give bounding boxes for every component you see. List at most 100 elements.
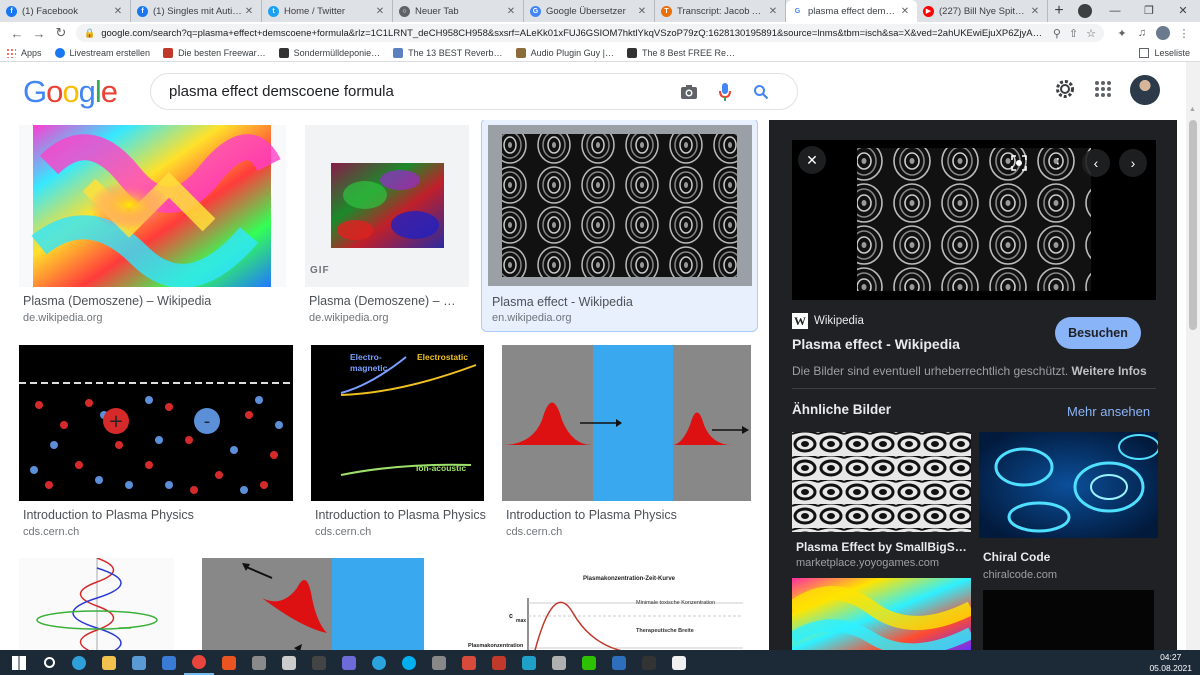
result-thumbnail[interactable] xyxy=(19,558,174,650)
taskbar-item[interactable] xyxy=(364,650,394,675)
taskbar-item[interactable] xyxy=(574,650,604,675)
search-icon[interactable] xyxy=(743,84,779,100)
result-caption[interactable]: Introduction to Plasma Physics xyxy=(315,508,490,522)
result-caption[interactable]: Plasma effect - Wikipedia xyxy=(492,295,752,309)
lens-icon[interactable] xyxy=(1005,149,1033,177)
similar-caption[interactable]: Plasma Effect by SmallBigSqua… xyxy=(796,540,972,554)
previous-icon[interactable]: ‹ xyxy=(1082,149,1110,177)
browser-tab[interactable]: T Transcript: Jacob Appelba…✕ xyxy=(655,0,786,22)
reading-list[interactable]: Leseliste xyxy=(1139,44,1190,62)
media-icon[interactable]: ♫ xyxy=(1132,27,1152,39)
google-logo[interactable]: Google xyxy=(23,74,118,110)
taskbar-item[interactable] xyxy=(394,650,424,675)
scrollbar-thumb[interactable] xyxy=(1189,120,1197,330)
result-thumbnail[interactable] xyxy=(19,125,286,287)
taskbar-item[interactable] xyxy=(214,650,244,675)
preview-site[interactable]: W Wikipedia xyxy=(792,313,864,329)
tab-close-icon[interactable]: ✕ xyxy=(899,6,911,17)
similar-thumbnail[interactable] xyxy=(983,590,1154,650)
tab-search-icon[interactable] xyxy=(1078,4,1092,18)
tab-close-icon[interactable]: ✕ xyxy=(112,6,124,17)
tab-close-icon[interactable]: ✕ xyxy=(1029,6,1041,17)
back-icon[interactable]: ← xyxy=(6,26,28,41)
browser-tab[interactable]: f (1) Singles mit Autismus u…✕ xyxy=(131,0,262,22)
similar-image-card[interactable] xyxy=(792,578,971,650)
preview-title[interactable]: Plasma effect - Wikipedia xyxy=(792,336,960,352)
bookmark-item[interactable]: Livestream erstellen xyxy=(54,47,150,58)
browser-tab[interactable]: ▶ (227) Bill Nye Spits Fire (EX…✕ xyxy=(917,0,1048,22)
taskbar-item[interactable] xyxy=(64,650,94,675)
result-thumbnail[interactable]: + - xyxy=(19,345,293,501)
bookmark-item[interactable]: The 13 BEST Reverb… xyxy=(393,47,503,58)
result-caption[interactable]: Introduction to Plasma Physics xyxy=(506,508,751,522)
bookmark-item[interactable]: The 8 Best FREE Re… xyxy=(626,47,735,58)
share-icon[interactable]: ⇧ xyxy=(1069,27,1078,40)
forward-icon[interactable]: → xyxy=(28,26,50,41)
reload-icon[interactable]: ↻ xyxy=(50,25,72,41)
apps-grid-icon[interactable] xyxy=(1094,80,1112,101)
similar-image-card[interactable]: Chiral Code chiralcode.com xyxy=(979,432,1159,581)
bookmark-item[interactable]: Sondermülldeponie… xyxy=(278,47,380,58)
see-more-link[interactable]: Mehr ansehen xyxy=(1067,404,1150,419)
visit-button[interactable]: Besuchen xyxy=(1055,317,1141,349)
result-thumbnail[interactable] xyxy=(502,345,751,501)
more-options-icon[interactable]: ⋮ xyxy=(1044,149,1072,177)
similar-image-card[interactable] xyxy=(983,590,1154,650)
tab-close-icon[interactable]: ✕ xyxy=(636,6,648,17)
taskbar-item[interactable] xyxy=(454,650,484,675)
similar-caption[interactable]: Chiral Code xyxy=(983,550,1159,564)
result-thumbnail[interactable]: Electro- magnetic Electrostatic Ion-acou… xyxy=(311,345,484,501)
result-card[interactable]: GIF Plasma (Demoszene) – Wiki… de.wikipe… xyxy=(305,125,469,330)
result-thumbnail[interactable] xyxy=(488,125,752,286)
microphone-icon[interactable] xyxy=(707,82,743,102)
camera-search-icon[interactable] xyxy=(671,84,707,100)
result-thumbnail[interactable] xyxy=(202,558,424,650)
result-card[interactable]: Plasma (Demoszene) – Wikipedia de.wikipe… xyxy=(19,125,286,330)
result-source[interactable]: cds.cern.ch xyxy=(23,526,79,538)
taskbar-item[interactable] xyxy=(544,650,574,675)
taskbar-item[interactable] xyxy=(94,650,124,675)
result-thumbnail[interactable]: Plasmakonzentration-Zeit-Kurve Minimale … xyxy=(453,558,751,650)
result-card[interactable] xyxy=(19,558,174,650)
taskbar-item[interactable] xyxy=(664,650,694,675)
close-icon[interactable]: ✕ xyxy=(798,146,826,174)
settings-gear-icon[interactable] xyxy=(1054,78,1076,103)
profile-avatar[interactable] xyxy=(1156,26,1170,40)
result-thumbnail[interactable]: GIF xyxy=(305,125,469,287)
result-caption[interactable]: Introduction to Plasma Physics xyxy=(23,508,293,522)
result-source[interactable]: de.wikipedia.org xyxy=(309,312,389,324)
result-caption[interactable]: Plasma (Demoszene) – Wiki… xyxy=(309,294,467,308)
taskbar-item[interactable] xyxy=(484,650,514,675)
similar-source[interactable]: marketplace.yoyogames.com xyxy=(796,557,939,569)
bookmark-item[interactable]: Apps xyxy=(6,47,42,58)
result-source[interactable]: cds.cern.ch xyxy=(506,526,562,538)
address-bar[interactable]: 🔒 google.com/search?q=plasma+effect+dems… xyxy=(76,24,1104,42)
taskbar-item[interactable] xyxy=(424,650,454,675)
result-card-selected[interactable]: Plasma effect - Wikipedia en.wikipedia.o… xyxy=(481,120,758,332)
close-window-icon[interactable]: ✕ xyxy=(1166,0,1200,22)
bookmark-item[interactable]: Die besten Freewar… xyxy=(163,47,266,58)
result-source[interactable]: en.wikipedia.org xyxy=(492,312,572,324)
more-info-link[interactable]: Weitere Infos xyxy=(1072,364,1147,378)
taskbar-item[interactable] xyxy=(604,650,634,675)
result-caption[interactable]: Plasma (Demoszene) – Wikipedia xyxy=(23,294,283,308)
result-card[interactable]: Introduction to Plasma Physics cds.cern.… xyxy=(502,345,751,545)
taskbar-item[interactable] xyxy=(4,650,34,675)
bookmark-star-icon[interactable]: ☆ xyxy=(1086,27,1096,40)
tab-close-icon[interactable]: ✕ xyxy=(767,6,779,17)
tab-close-icon[interactable]: ✕ xyxy=(505,6,517,17)
similar-image-card[interactable]: Plasma Effect by SmallBigSqua… marketpla… xyxy=(792,432,972,572)
taskbar-item[interactable] xyxy=(154,650,184,675)
result-card[interactable]: Plasmakonzentration-Zeit-Kurve Minimale … xyxy=(453,558,751,650)
taskbar-clock[interactable]: 04:27 05.08.2021 xyxy=(1149,652,1192,674)
taskbar-item[interactable] xyxy=(334,650,364,675)
similar-source[interactable]: chiralcode.com xyxy=(983,569,1057,581)
taskbar-item[interactable] xyxy=(244,650,274,675)
similar-thumbnail[interactable] xyxy=(792,432,971,532)
taskbar-item[interactable] xyxy=(274,650,304,675)
browser-tab[interactable]: f (1) Facebook ✕ xyxy=(0,0,131,22)
taskbar-item[interactable] xyxy=(304,650,334,675)
taskbar-item[interactable] xyxy=(124,650,154,675)
browser-tab[interactable]: t Home / Twitter ✕ xyxy=(262,0,393,22)
result-source[interactable]: de.wikipedia.org xyxy=(23,312,103,324)
